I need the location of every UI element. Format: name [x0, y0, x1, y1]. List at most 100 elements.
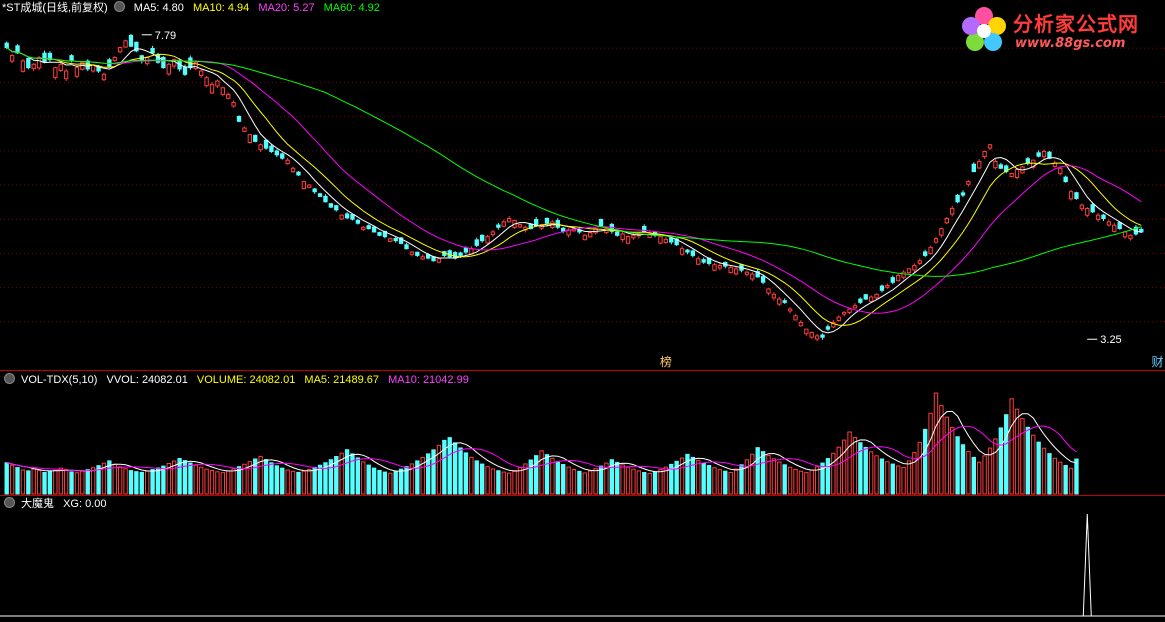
- settings-dot-icon[interactable]: [4, 497, 15, 508]
- volume-bar: [501, 471, 506, 495]
- candle-body: [750, 273, 755, 280]
- settings-dot-icon[interactable]: [4, 373, 15, 384]
- candle-body: [631, 234, 636, 239]
- candle-body: [1014, 169, 1020, 178]
- candle-body: [728, 266, 733, 274]
- candle-body: [490, 231, 496, 236]
- ma60-value: MA60: 4.92: [323, 2, 380, 14]
- candle-body: [166, 63, 171, 75]
- volume-bar: [452, 442, 458, 495]
- chart-canvas[interactable]: 7.793.25榜财涨跌: [0, 0, 1165, 619]
- volume-value: VOLUME: 24082.01: [196, 374, 296, 386]
- candle-body: [344, 213, 350, 219]
- candle-body: [825, 326, 831, 330]
- volume-bar: [117, 466, 123, 495]
- watermark-cn: 分析家公式网: [1013, 12, 1139, 36]
- volume-bar: [1004, 414, 1009, 495]
- volume-bar: [231, 468, 236, 495]
- candle-body: [642, 225, 647, 233]
- volume-bar: [36, 470, 42, 495]
- volume-bar: [269, 462, 274, 495]
- candle-body: [209, 83, 215, 94]
- volume-bar: [571, 468, 577, 495]
- candle-body: [317, 193, 323, 197]
- candle-body: [690, 250, 696, 256]
- volume-bar: [642, 472, 647, 495]
- volume-bar: [928, 412, 933, 495]
- candle-body: [977, 161, 982, 169]
- volume-bar: [193, 464, 198, 495]
- settings-dot-icon[interactable]: [113, 1, 125, 12]
- ma60-line: [6, 47, 1142, 277]
- candle-body: [123, 40, 128, 48]
- candle-body: [9, 55, 15, 62]
- candle-body: [1058, 167, 1063, 175]
- volume-bar: [301, 470, 307, 495]
- volume-bar: [47, 470, 53, 495]
- candle-body: [409, 251, 415, 255]
- candle-body: [1128, 234, 1133, 239]
- candle-body: [868, 296, 874, 302]
- candle-body: [928, 246, 933, 255]
- volume-bar: [155, 467, 161, 495]
- volume-bar: [1058, 461, 1063, 495]
- volume-bar: [696, 459, 701, 495]
- xg-signal-spike: [1082, 513, 1092, 617]
- candle-body: [658, 236, 663, 244]
- candle-body: [685, 249, 690, 253]
- candle-body: [1036, 152, 1041, 157]
- candle-body: [258, 144, 263, 151]
- candle-body: [415, 251, 420, 256]
- volume-bar: [280, 467, 285, 495]
- volume-bar: [366, 464, 371, 495]
- volume-bar: [620, 464, 625, 495]
- volume-bar: [204, 468, 209, 495]
- candle-body: [1085, 207, 1090, 216]
- candle-body: [885, 285, 890, 288]
- candle-body: [26, 58, 31, 69]
- volume-bar: [1052, 457, 1058, 495]
- volume-bar: [906, 460, 912, 495]
- volume-bar: [85, 469, 90, 495]
- volume-bar: [1041, 447, 1047, 495]
- candle-body: [242, 127, 247, 132]
- volume-bar: [588, 470, 593, 495]
- volume-bar: [550, 457, 555, 495]
- candle-body: [474, 239, 479, 246]
- volume-bar: [69, 471, 74, 495]
- volume-bar: [944, 416, 949, 495]
- volume-bar: [285, 469, 290, 495]
- candle-body: [204, 77, 209, 87]
- volume-bar: [787, 466, 793, 495]
- volume-bar: [90, 467, 96, 495]
- candle-body: [42, 52, 47, 63]
- candle-body: [960, 192, 966, 196]
- volume-bar: [982, 455, 987, 495]
- volume-bar: [463, 452, 469, 495]
- volume-bar: [479, 463, 485, 495]
- candle-body: [663, 238, 669, 244]
- volume-bar: [966, 451, 971, 495]
- volume-bar: [1025, 426, 1031, 495]
- volume-bar: [950, 427, 955, 495]
- volume-bar: [901, 466, 906, 495]
- candle-body: [966, 181, 971, 185]
- volume-bar: [496, 470, 501, 495]
- candle-body: [923, 251, 928, 256]
- volume-bar: [658, 469, 663, 495]
- volume-bar: [290, 470, 296, 495]
- candle-body: [74, 67, 80, 77]
- volume-bar: [9, 464, 15, 495]
- candle-body: [971, 163, 976, 173]
- candle-body: [215, 80, 220, 87]
- candle-body: [917, 260, 922, 264]
- volume-bar: [74, 472, 80, 495]
- candle-body: [1106, 221, 1112, 226]
- volume-bar: [469, 456, 474, 495]
- ma20-value: MA20: 5.27: [258, 2, 315, 14]
- candle-body: [544, 217, 550, 224]
- candle-body: [20, 60, 26, 72]
- volume-bar: [31, 468, 36, 495]
- volume-bar: [145, 470, 150, 495]
- volume-bar: [744, 459, 750, 495]
